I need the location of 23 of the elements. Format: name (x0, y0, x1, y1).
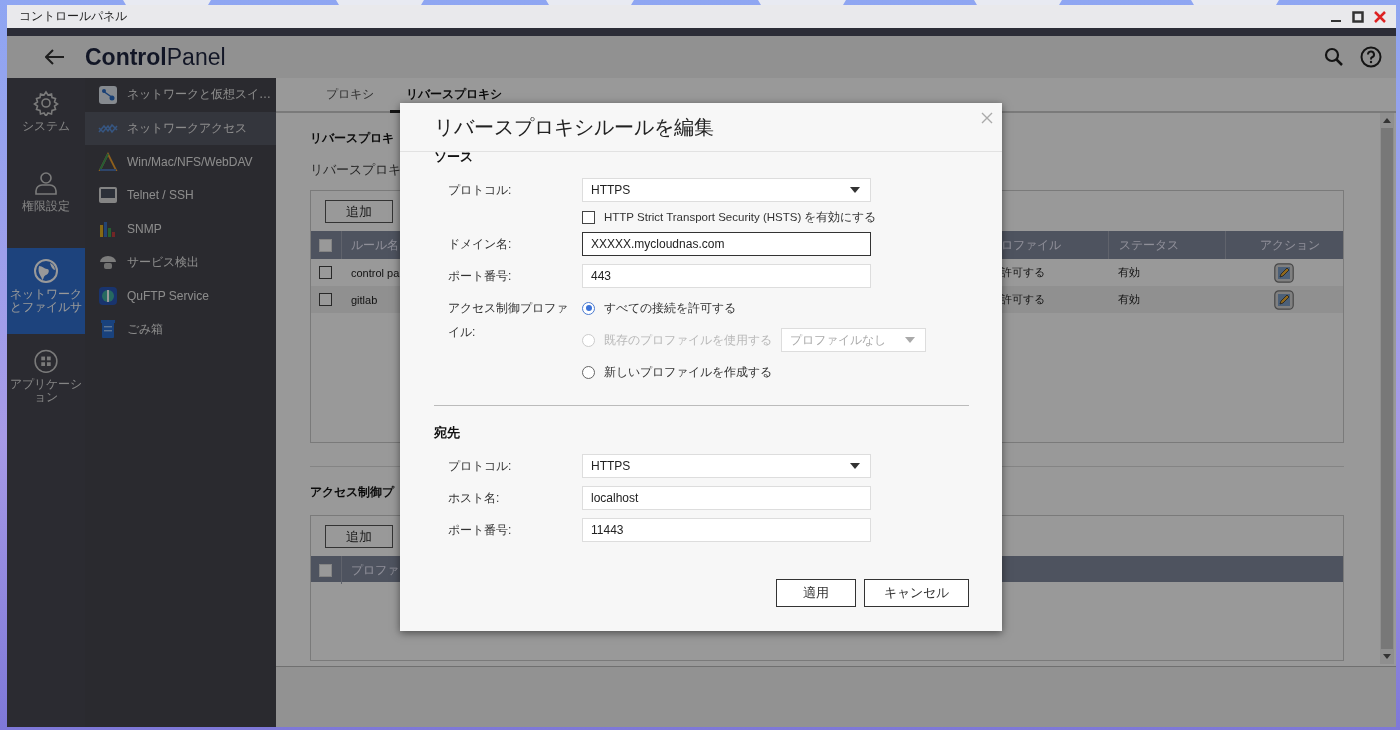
table-cell-text: 有効 (1117, 265, 1140, 280)
section-heading: リバースプロキ (310, 130, 394, 147)
radio-label: 新しいプロファイルを作成する (604, 363, 772, 381)
section-heading: ソース (434, 152, 474, 166)
table-cell-text: 有効 (1117, 292, 1140, 307)
field-label: ポート番号: (448, 267, 513, 285)
window-title: コントロールパネル (19, 8, 127, 25)
column-header: ルール名 (341, 231, 399, 259)
field-label: プロトコル: (448, 181, 513, 199)
field-label: プロトコル: (448, 457, 513, 475)
table-cell-text: gitlab (350, 293, 378, 306)
field-label: ホスト名: (448, 489, 501, 507)
dialog-title: リバースプロキシルールを編集 (434, 114, 714, 140)
app-title: ControlPanel (85, 43, 226, 71)
checkbox-label: HTTP Strict Transport Security (HSTS) を有効にする (604, 209, 877, 225)
radio-label: すべての接続を許可する (604, 299, 736, 317)
section-description: リバースプロキ (310, 162, 401, 179)
section-heading: 宛先 (434, 424, 461, 442)
field-label: ドメイン名: (448, 235, 513, 253)
field-label: ポート番号: (448, 521, 513, 539)
section-heading: アクセス制御プ (310, 484, 394, 501)
field-label: アクセス制御プロファイル: (448, 300, 569, 341)
table-cell-text: control pa (350, 266, 400, 279)
